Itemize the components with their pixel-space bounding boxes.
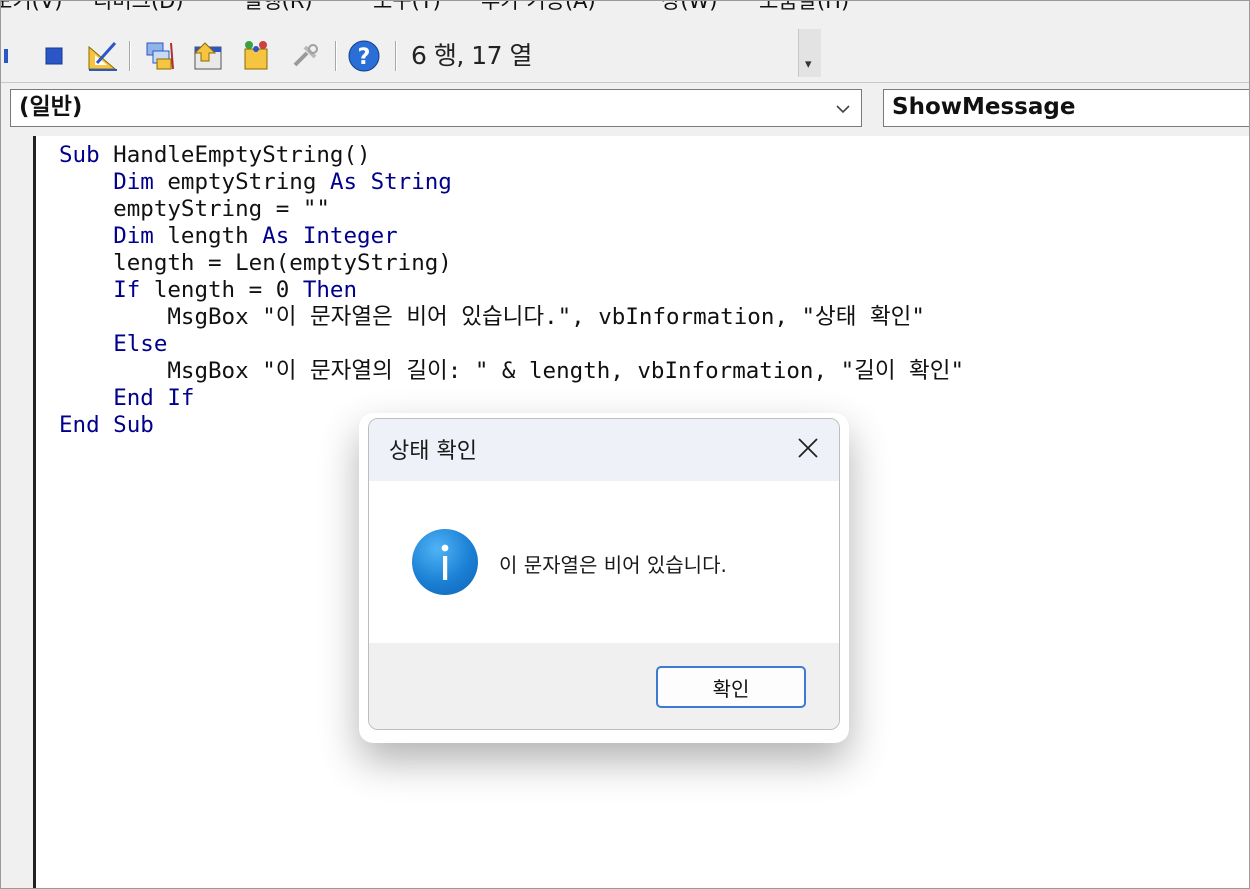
- code-margin[interactable]: [1, 136, 36, 888]
- object-combo[interactable]: (일반): [10, 89, 862, 127]
- pause-icon[interactable]: [1, 39, 21, 73]
- code-keyword: Dim: [113, 169, 154, 195]
- code-token: length = Len(emptyString): [59, 250, 452, 276]
- code-keyword: As String: [329, 169, 452, 195]
- dialog-message: 이 문자열은 비어 있습니다.: [499, 553, 727, 577]
- menu-item-view[interactable]: 보기(V): [1, 1, 62, 15]
- code-line[interactable]: Dim emptyString As String: [59, 169, 964, 196]
- code-token: MsgBox "이 문자열의 길이: " & length, vbInforma…: [59, 358, 965, 384]
- close-button[interactable]: [793, 433, 823, 463]
- menu-item-window[interactable]: 창(W): [661, 1, 717, 15]
- procedure-combo-value: ShowMessage: [892, 94, 1076, 120]
- close-icon: [798, 438, 818, 458]
- code-keyword: Then: [302, 277, 358, 303]
- toolbar-overflow-button[interactable]: ▾: [798, 29, 821, 77]
- code-keyword: End If: [113, 385, 195, 411]
- code-keyword: If: [113, 277, 141, 303]
- svg-text:?: ?: [358, 45, 371, 70]
- code-line[interactable]: MsgBox "이 문자열은 비어 있습니다.", vbInformation,…: [59, 304, 964, 331]
- message-box-dialog: 상태 확인 이 문자열은 비어 있습니다. 확인: [368, 418, 840, 730]
- code-line[interactable]: If length = 0 Then: [59, 277, 964, 304]
- dialog-footer: 확인: [369, 643, 839, 729]
- toolbar-divider: [1, 82, 1249, 83]
- code-keyword: As Integer: [262, 223, 398, 249]
- ok-button[interactable]: 확인: [656, 666, 806, 708]
- menu-item-addins[interactable]: 추가 기능(A): [481, 1, 596, 15]
- dialog-title-bar[interactable]: 상태 확인: [369, 419, 839, 481]
- code-keyword: Dim: [113, 223, 154, 249]
- menu-item-debug[interactable]: 디버그(D): [93, 1, 184, 15]
- chevron-down-icon: [833, 99, 853, 123]
- dialog-body: 이 문자열은 비어 있습니다.: [369, 481, 839, 643]
- code-line[interactable]: End If: [59, 385, 964, 412]
- project-explorer-icon[interactable]: [143, 39, 177, 73]
- menu-item-run[interactable]: 실행(R): [243, 1, 313, 15]
- stop-icon[interactable]: [37, 39, 71, 73]
- design-mode-icon[interactable]: [85, 39, 119, 73]
- code-token: MsgBox "이 문자열은 비어 있습니다.", vbInformation,…: [59, 304, 925, 330]
- code-token: emptyString: [153, 169, 330, 195]
- toolbar-separator: [395, 41, 397, 71]
- vba-editor-window: 보기(V) 디버그(D) 실행(R) 도구(T) 추가 기능(A) 창(W) 도…: [0, 0, 1250, 889]
- code-keyword: Sub: [59, 142, 100, 168]
- toolbar-band: ? 6 행, 17 열: [1, 29, 819, 79]
- toolbox-icon[interactable]: [289, 39, 323, 73]
- help-icon[interactable]: ?: [347, 39, 381, 73]
- code-token: length = 0: [140, 277, 303, 303]
- toolbar-separator: [335, 41, 337, 71]
- code-keyword: Else: [113, 331, 168, 357]
- procedure-combo[interactable]: ShowMessage: [883, 89, 1249, 127]
- code-text[interactable]: Sub HandleEmptyString() Dim emptyString …: [59, 142, 964, 439]
- info-icon: [412, 529, 478, 595]
- code-line[interactable]: MsgBox "이 문자열의 길이: " & length, vbInforma…: [59, 358, 964, 385]
- code-line[interactable]: length = Len(emptyString): [59, 250, 964, 277]
- code-token: emptyString = "": [59, 196, 330, 222]
- code-line[interactable]: emptyString = "": [59, 196, 964, 223]
- code-keyword: End Sub: [59, 412, 154, 438]
- menu-item-help[interactable]: 도움말(H): [759, 1, 849, 15]
- code-token: length: [153, 223, 263, 249]
- standard-toolbar: ? 6 행, 17 열 ▾: [1, 25, 1249, 83]
- dialog-title: 상태 확인: [389, 439, 477, 464]
- code-line[interactable]: Sub HandleEmptyString(): [59, 142, 964, 169]
- code-line[interactable]: Dim length As Integer: [59, 223, 964, 250]
- code-line[interactable]: Else: [59, 331, 964, 358]
- code-token: HandleEmptyString(): [99, 142, 371, 168]
- object-combo-value: (일반): [19, 94, 83, 120]
- properties-icon[interactable]: [191, 39, 225, 73]
- menu-item-tools[interactable]: 도구(T): [373, 1, 441, 15]
- menu-bar: 보기(V) 디버그(D) 실행(R) 도구(T) 추가 기능(A) 창(W) 도…: [1, 1, 1249, 15]
- cursor-position-status: 6 행, 17 열: [411, 41, 533, 70]
- object-browser-icon[interactable]: [239, 39, 273, 73]
- chevron-down-icon: ▾: [805, 57, 812, 72]
- toolbar-separator: [129, 41, 131, 71]
